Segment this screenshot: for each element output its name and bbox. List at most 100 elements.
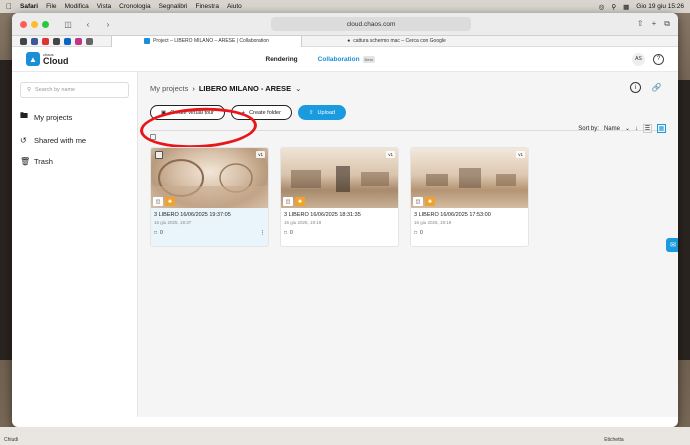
- tab-overview-icon[interactable]: ⧉: [664, 19, 670, 29]
- select-all-checkbox[interactable]: [150, 134, 156, 140]
- share-icon[interactable]: ⇧: [637, 19, 644, 29]
- list-view-icon[interactable]: ☰: [643, 124, 652, 133]
- comment-icon: □: [284, 230, 288, 236]
- chevron-down-icon[interactable]: ⌄: [295, 84, 301, 93]
- sidebar-item-label: My projects: [34, 112, 73, 122]
- card-title[interactable]: 3 LIBERO 16/06/2025 19:37:05: [151, 208, 268, 218]
- beta-badge: Beta: [362, 55, 375, 63]
- main-content: My projects › LIBERO MILANO - ARESE ⌄ i …: [138, 72, 678, 417]
- comment-icon: □: [414, 230, 418, 236]
- action-bar: ▣ Create virtual tour + Create folder ⇧ …: [150, 105, 666, 120]
- tour-card[interactable]: v1 ◫ ✺ 3 LIBERO 16/06/2025 18:31:35 16 gi…: [280, 147, 399, 247]
- control-center-icon[interactable]: ▩: [623, 3, 629, 11]
- menu-window[interactable]: Finestra: [195, 3, 218, 10]
- vr-icon: ◫: [153, 197, 163, 206]
- share-icon: ↺: [20, 136, 27, 145]
- mac-menubar:  Safari File Modifica Vista Cronologia …: [0, 0, 690, 13]
- address-bar[interactable]: cloud.chaos.com: [271, 17, 471, 31]
- sort-label: Sort by:: [578, 125, 599, 132]
- sidebar-toggle-icon[interactable]: ◫: [61, 20, 75, 29]
- plus-icon: +: [241, 109, 246, 116]
- more-options-icon[interactable]: ⋮: [260, 230, 265, 236]
- status-bar: Chiudi Etichetta: [0, 427, 690, 445]
- back-icon[interactable]: ‹: [81, 20, 95, 29]
- menu-help[interactable]: Aiuto: [227, 3, 242, 10]
- sort-select[interactable]: Name: [604, 126, 620, 132]
- chevron-down-icon[interactable]: ⌄: [625, 125, 630, 132]
- favorite-icon[interactable]: [64, 37, 71, 45]
- status-left[interactable]: Chiudi: [4, 437, 18, 443]
- google-tab-icon: ●: [347, 38, 351, 44]
- sidebar-item-shared[interactable]: ↺ Shared with me: [20, 136, 129, 145]
- create-folder-button[interactable]: + Create folder: [230, 105, 292, 120]
- menu-view[interactable]: Vista: [97, 3, 111, 10]
- menu-history[interactable]: Cronologia: [119, 3, 150, 10]
- menubar-clock[interactable]: Gio 19 giu 15:26: [636, 3, 684, 10]
- status-right: Etichetta: [604, 437, 624, 443]
- create-virtual-tour-button[interactable]: ▣ Create virtual tour: [150, 105, 225, 120]
- avatar[interactable]: AS: [632, 52, 645, 66]
- version-badge: v1: [516, 151, 525, 158]
- nav-collaboration[interactable]: Collaboration Beta: [318, 55, 375, 63]
- vr-icon: ◫: [413, 197, 423, 206]
- menu-app[interactable]: Safari: [20, 3, 38, 10]
- forward-icon[interactable]: ›: [101, 20, 115, 29]
- favorite-icon[interactable]: [31, 37, 38, 45]
- tab-google[interactable]: ● cattura schermo mac – Cerca con Google: [301, 35, 491, 47]
- wifi-icon[interactable]: ◎: [599, 3, 605, 11]
- new-tab-icon[interactable]: +: [652, 19, 657, 29]
- trash-icon: 🗑: [20, 157, 31, 166]
- sidebar-item-my-projects[interactable]: 🖿 My projects: [20, 110, 129, 124]
- search-input[interactable]: ⚲ Search by name: [20, 82, 129, 98]
- breadcrumb-current[interactable]: LIBERO MILANO - ARESE: [199, 84, 291, 93]
- card-title[interactable]: 3 LIBERO 16/06/2025 17:53:00: [411, 208, 528, 218]
- menu-edit[interactable]: Modifica: [65, 3, 89, 10]
- tour-card[interactable]: v1 ◫ ✺ 3 LIBERO 16/06/2025 19:37:05 16 gi…: [150, 147, 269, 247]
- zoom-window-button[interactable]: [42, 20, 49, 28]
- sidebar-item-label: Trash: [34, 157, 53, 166]
- sort-controls: Sort by: Name ⌄ ↓ ☰ ▦: [578, 124, 666, 133]
- sort-direction-icon[interactable]: ↓: [635, 126, 638, 132]
- browser-toolbar: ◫ ‹ › cloud.chaos.com ⇧ + ⧉: [12, 13, 678, 36]
- app-header: ▲ chaos Cloud Rendering Collaboration Bet…: [12, 47, 678, 72]
- link-icon[interactable]: 🔗: [651, 82, 662, 93]
- sidebar-item-label: Shared with me: [34, 136, 87, 145]
- nav-rendering[interactable]: Rendering: [266, 56, 298, 63]
- comment-count: 0: [160, 230, 163, 236]
- favorites-bar: Project – LIBERO MILANO – ARESE | Collab…: [12, 35, 678, 47]
- browser-window: ◫ ‹ › cloud.chaos.com ⇧ + ⧉ Project – LI…: [12, 13, 678, 427]
- logo-big-text: Cloud: [43, 55, 69, 66]
- menu-bookmarks[interactable]: Segnalibri: [159, 3, 188, 10]
- card-title[interactable]: 3 LIBERO 16/06/2025 18:31:35: [281, 208, 398, 218]
- tour-thumbnail[interactable]: v1 ◫ ✺: [411, 148, 528, 208]
- chaos-cloud-logo[interactable]: ▲ chaos Cloud: [26, 52, 69, 66]
- sidebar-item-trash[interactable]: 🗑 Trash: [20, 157, 129, 166]
- close-window-button[interactable]: [20, 20, 27, 28]
- tour-thumbnail[interactable]: v1 ◫ ✺: [281, 148, 398, 208]
- card-checkbox[interactable]: [155, 151, 163, 159]
- favorite-icon[interactable]: [53, 37, 60, 45]
- tour-thumbnail[interactable]: v1 ◫ ✺: [151, 148, 268, 208]
- chat-support-icon[interactable]: ✉: [666, 238, 678, 252]
- upload-button[interactable]: ⇧ Upload: [297, 105, 346, 120]
- favorite-icon[interactable]: [86, 37, 93, 45]
- tour-card[interactable]: v1 ◫ ✺ 3 LIBERO 16/06/2025 17:53:00 16 gi…: [410, 147, 529, 247]
- tab-collaboration[interactable]: Project – LIBERO MILANO – ARESE | Collab…: [111, 35, 301, 47]
- favorite-icon[interactable]: [42, 37, 49, 45]
- tour-type-icon: ✺: [295, 197, 305, 206]
- version-badge: v1: [386, 151, 395, 158]
- favorite-icon[interactable]: [75, 37, 82, 45]
- menu-file[interactable]: File: [46, 3, 56, 10]
- info-icon[interactable]: i: [630, 82, 641, 93]
- breadcrumb-root[interactable]: My projects: [150, 84, 188, 93]
- favorite-icon[interactable]: [20, 37, 27, 45]
- search-icon[interactable]: ⚲: [611, 3, 616, 11]
- grid-view-icon[interactable]: ▦: [657, 124, 666, 133]
- breadcrumb: My projects › LIBERO MILANO - ARESE ⌄: [150, 84, 666, 93]
- apple-icon[interactable]: : [6, 2, 12, 11]
- window-controls: [20, 20, 49, 28]
- minimize-window-button[interactable]: [31, 20, 38, 28]
- chevron-right-icon: ›: [192, 84, 195, 93]
- vr-icon: ◫: [283, 197, 293, 206]
- help-icon[interactable]: ?: [653, 53, 664, 65]
